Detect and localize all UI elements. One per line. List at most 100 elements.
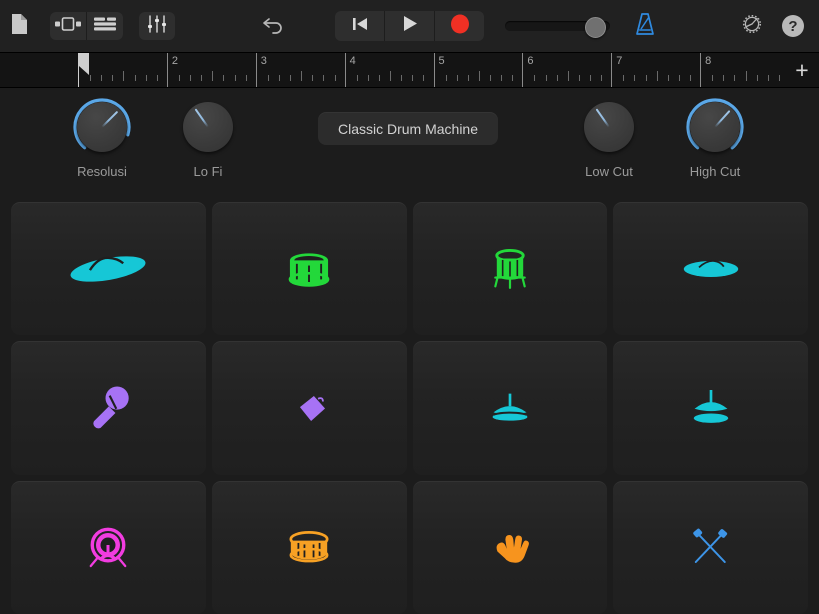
master-volume-knob[interactable] (584, 16, 606, 38)
ruler-tick (178, 75, 180, 81)
garageband-drum-machine-window: ? 12 3 4 5 6 7 8 + Resolusi Lo Fi Low Cut High Cu… (0, 0, 819, 614)
play-icon (402, 15, 418, 37)
help-button[interactable]: ? (782, 15, 804, 37)
toolbar: ? (0, 0, 819, 53)
pad-floor-tom[interactable] (412, 202, 608, 336)
ruler-tick (634, 75, 636, 81)
playhead-handle[interactable] (78, 53, 89, 75)
maraca-icon (84, 384, 132, 432)
ruler-tick (601, 75, 603, 81)
undo-icon (262, 14, 286, 39)
knob-dial[interactable] (177, 96, 239, 158)
ruler-tick (156, 75, 158, 81)
ruler-bar[interactable]: 4 (344, 53, 435, 87)
transport-controls (335, 11, 484, 41)
ruler-tick (723, 75, 725, 81)
metronome-icon (634, 12, 656, 41)
add-track-button[interactable]: + (791, 58, 813, 81)
knob-dial[interactable] (578, 96, 640, 158)
pad-snare-drum[interactable] (211, 480, 407, 614)
knob-resolusi[interactable]: Resolusi (52, 96, 152, 179)
ruler-tick (401, 75, 403, 81)
record-button[interactable] (435, 11, 484, 41)
pad-closed-hihat[interactable] (412, 341, 608, 475)
ruler-bar[interactable]: 6 (522, 53, 612, 87)
pad-shaker[interactable] (11, 341, 206, 475)
pad-tom[interactable] (211, 202, 407, 336)
ruler-bar[interactable]: 1 (78, 53, 168, 87)
knob-dial[interactable] (71, 96, 133, 158)
ruler-bar[interactable]: 7 (611, 53, 701, 87)
ruler-bar[interactable]: 2 (166, 53, 257, 87)
ruler-tick (656, 71, 658, 81)
pad-ride-cymbal[interactable] (613, 202, 808, 336)
ruler-tick (234, 75, 236, 81)
ruler-tick (490, 75, 492, 81)
pad-clap[interactable] (412, 480, 608, 614)
ruler-tick (501, 75, 503, 81)
ruler-bar-number: 8 (705, 55, 712, 67)
record-icon (450, 14, 470, 39)
ruler-bars[interactable]: 12 3 4 5 6 7 8 (78, 53, 789, 87)
ruler-tick (301, 71, 303, 81)
tom-drum-icon (283, 248, 335, 290)
mixer-button[interactable] (139, 12, 175, 40)
ruler-tick (412, 75, 414, 81)
ruler-tick (478, 71, 480, 81)
ruler-tick (445, 75, 447, 81)
knob-label: Resolusi (77, 164, 127, 179)
document-button[interactable] (10, 13, 28, 40)
ride-cymbal-icon (679, 251, 743, 287)
play-button[interactable] (385, 11, 435, 41)
ruler-tick (556, 75, 558, 81)
ruler-tick (112, 75, 114, 81)
pad-sticks[interactable] (613, 480, 808, 614)
ruler-tick (278, 75, 280, 81)
master-volume-slider[interactable] (505, 16, 610, 38)
knob-high-cut[interactable]: High Cut (665, 96, 765, 179)
patch-selector-button[interactable]: Classic Drum Machine (318, 112, 498, 145)
metronome-button[interactable] (634, 12, 656, 41)
knob-body (183, 102, 233, 152)
knob-low-cut[interactable]: Low Cut (559, 96, 659, 179)
ruler-tick (645, 75, 647, 81)
ruler-bar[interactable]: 3 (255, 53, 346, 87)
pad-kick-drum[interactable] (11, 480, 206, 614)
document-icon (10, 13, 28, 40)
sidebar-item-tracks-view[interactable] (87, 12, 123, 40)
playhead[interactable] (78, 53, 90, 87)
kick-drum-icon (83, 527, 133, 569)
drum-pad-grid (0, 198, 819, 614)
rewind-to-start-icon (352, 16, 368, 37)
undo-button[interactable] (262, 14, 286, 39)
settings-button[interactable] (741, 13, 763, 40)
ruler-bar-number: 3 (260, 55, 268, 67)
help-label: ? (788, 17, 798, 35)
pad-cowbell[interactable] (211, 341, 407, 475)
ruler-tick (123, 71, 125, 81)
ruler-tick (678, 75, 680, 81)
go-to-beginning-button[interactable] (335, 11, 385, 41)
ruler-bar-number: 5 (438, 55, 445, 67)
sidebar-item-browser-view[interactable] (50, 12, 87, 40)
drum-sticks-icon (687, 527, 735, 568)
browser-view-icon (55, 16, 81, 36)
ruler-tick (734, 75, 736, 81)
knob-dial[interactable] (684, 96, 746, 158)
ruler-tick (590, 75, 592, 81)
timeline-ruler[interactable]: 12 3 4 5 6 7 8 + (0, 53, 819, 88)
ruler-bar[interactable]: 5 (433, 53, 524, 87)
pad-open-hihat[interactable] (613, 341, 808, 475)
snare-drum-icon (284, 530, 334, 565)
ruler-tick (778, 75, 780, 81)
closed-hihat-icon (484, 392, 536, 425)
view-segmented-control[interactable] (50, 12, 123, 40)
ruler-tick (323, 75, 325, 81)
ruler-tick (145, 75, 147, 81)
pad-crash-cymbal[interactable] (11, 202, 206, 336)
knob-label: High Cut (689, 164, 741, 179)
ruler-tick (567, 71, 569, 81)
ruler-bar[interactable]: 8 (700, 53, 790, 87)
knob-lo-fi[interactable]: Lo Fi (158, 96, 258, 179)
ruler-tick (578, 75, 580, 81)
